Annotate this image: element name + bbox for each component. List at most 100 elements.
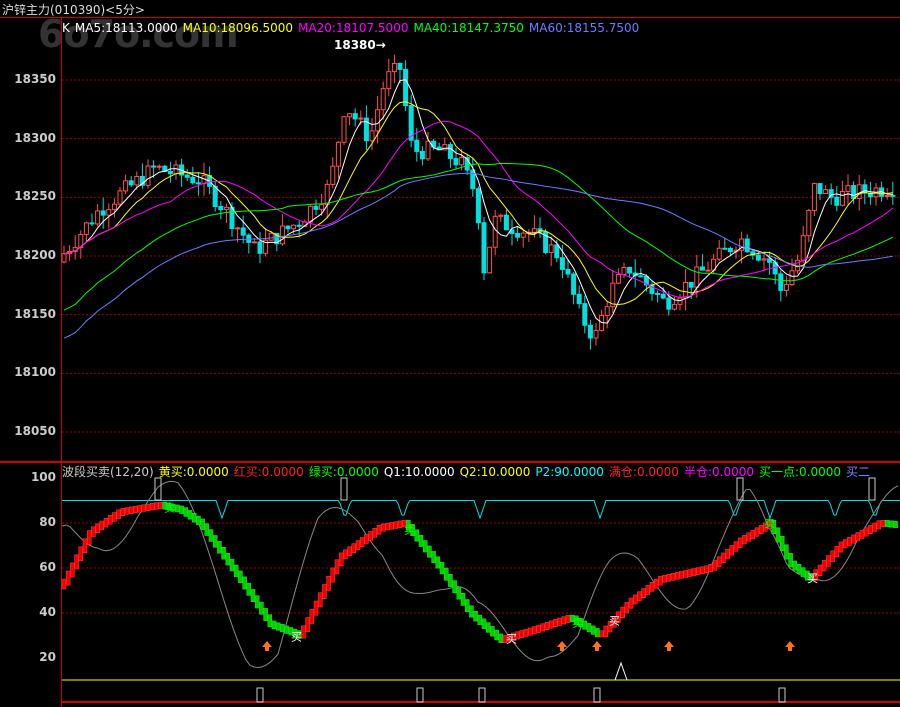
wave-bar-rising (653, 578, 659, 589)
candle-body (671, 303, 677, 310)
candle-body (223, 206, 229, 211)
wave-bar-rising (880, 520, 886, 527)
wave-bar-rising (527, 627, 533, 636)
candle-body (492, 215, 498, 248)
candle-body (347, 113, 353, 118)
candle-body (251, 241, 257, 244)
candle-body (515, 232, 521, 238)
up-arrow-icon (785, 641, 795, 651)
candle-body (397, 62, 403, 70)
wave-bar-rising (372, 528, 378, 538)
wave-bar-rising (326, 575, 331, 591)
candle-body (615, 274, 621, 284)
wave-bar-rising (817, 564, 823, 576)
wave-bar-rising (851, 534, 856, 544)
candle-body (783, 284, 789, 291)
candle-body (582, 303, 588, 326)
wave-bar-falling (204, 523, 210, 536)
wave-bar-rising (141, 504, 147, 512)
wave-bar-rising (847, 536, 852, 546)
candle-body (683, 281, 689, 299)
wave-bar-rising (632, 594, 638, 605)
wave-bar-rising (670, 573, 676, 581)
candle-body (839, 190, 845, 206)
candle-body (369, 130, 375, 142)
candle-body (806, 209, 812, 237)
wave-bar-falling (469, 605, 474, 618)
wave-bar-rising (61, 578, 67, 590)
candle-body (744, 238, 750, 253)
candle-body (375, 109, 381, 132)
candle-body (111, 203, 117, 211)
candle-body (419, 150, 425, 160)
wave-bar-rising (645, 585, 651, 595)
candle-body (627, 266, 633, 274)
wave-bar-falling (784, 544, 789, 560)
wave-bar-rising (872, 522, 877, 532)
wave-bar-falling (477, 614, 483, 626)
candle-body (89, 222, 95, 225)
candle-body (571, 273, 577, 295)
wave-bar-rising (116, 509, 121, 519)
wave-bar-falling (284, 625, 289, 634)
wave-bar-rising (708, 564, 714, 573)
wave-bar-falling (418, 534, 424, 547)
candle-body (268, 232, 274, 241)
wave-bar-rising (544, 622, 550, 630)
wave-bar-falling (196, 515, 201, 526)
wave-bar-rising (658, 575, 663, 586)
wave-bar-falling (792, 560, 798, 571)
candle-body (688, 281, 694, 288)
candle-body (218, 205, 224, 211)
wave-bar-rising (548, 620, 554, 629)
candle-body (391, 62, 397, 73)
price-chart[interactable]: 18380→卖卖卖卖买 买买买 (0, 0, 900, 707)
candle-body (834, 196, 840, 206)
candle-body (475, 188, 481, 224)
candle-body (414, 139, 420, 152)
wave-bar-rising (599, 630, 604, 638)
candle-body (778, 273, 784, 291)
wave-bar-falling (238, 570, 243, 584)
candle-body (296, 224, 302, 227)
wave-bar-falling (498, 633, 504, 644)
up-arrow-icon (262, 641, 272, 651)
wave-bar-falling (582, 620, 588, 630)
wave-bar-rising (70, 562, 75, 578)
wave-bar-rising (666, 574, 672, 582)
candle-body (291, 224, 297, 230)
candle-body (845, 185, 851, 192)
indicator-tick: 100 (30, 470, 56, 484)
candle-body (604, 306, 610, 316)
candle-body (330, 165, 336, 185)
indicator-tick: 20 (39, 650, 56, 664)
price-tick: 18250 (14, 189, 56, 204)
wave-bar-rising (536, 624, 541, 633)
wave-bar-rising (338, 552, 344, 566)
candle-body (257, 241, 263, 254)
candle-body (190, 176, 196, 184)
wave-bar-rising (95, 523, 100, 533)
up-arrow-icon (664, 641, 674, 651)
wave-bar-rising (359, 537, 365, 547)
candle-body (593, 329, 599, 339)
wave-bar-falling (414, 529, 420, 542)
wave-bar-falling (590, 625, 596, 635)
wave-bar-falling (217, 541, 222, 554)
wave-bar-rising (149, 503, 155, 511)
wave-bar-rising (691, 568, 697, 576)
wave-bar-rising (393, 521, 399, 529)
wave-bar-falling (250, 589, 256, 603)
wave-bar-rising (78, 546, 84, 562)
signal-box (256, 687, 264, 703)
wave-bar-rising (355, 540, 361, 550)
candle-body (195, 182, 201, 185)
sell-signal: 卖 (764, 517, 775, 530)
wave-bar-rising (532, 626, 537, 635)
candle-body (145, 165, 151, 186)
wave-bar-rising (133, 505, 138, 514)
candle-body (307, 205, 313, 223)
wave-bar-rising (641, 588, 646, 598)
buy-signal: 买 (807, 572, 818, 585)
wave-bar-falling (884, 520, 890, 528)
